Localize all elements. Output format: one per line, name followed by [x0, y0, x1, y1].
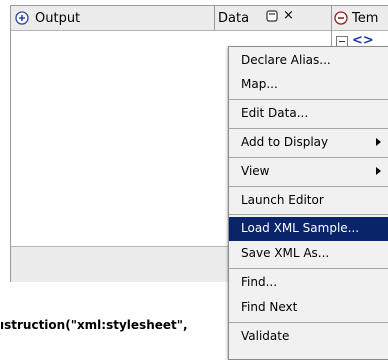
menu-item-label: Find...	[241, 275, 278, 289]
menu-item-add-to-display[interactable]: Add to Display	[229, 131, 388, 155]
output-header: Output Data ×	[11, 6, 332, 31]
menu-separator	[229, 186, 388, 187]
output-title-area[interactable]: Output	[11, 6, 214, 30]
menu-item-load-xml-sample[interactable]: Load XML Sample...	[229, 217, 388, 241]
close-icon[interactable]: ×	[283, 9, 294, 23]
menu-item-find[interactable]: Find...	[229, 271, 388, 295]
context-menu: Declare Alias... Map... Edit Data... Add…	[228, 46, 388, 360]
menu-separator	[229, 128, 388, 129]
menu-item-label: Declare Alias...	[241, 53, 331, 67]
code-snippet-text: ıstruction("xml:stylesheet",	[0, 318, 188, 332]
menu-item-launch-editor[interactable]: Launch Editor	[229, 189, 388, 213]
menu-separator	[229, 322, 388, 323]
menu-separator	[229, 157, 388, 158]
menu-item-declare-alias[interactable]: Declare Alias...	[229, 49, 388, 73]
menu-item-edit-data[interactable]: Edit Data...	[229, 102, 388, 126]
menu-separator	[229, 268, 388, 269]
menu-item-label: Map...	[241, 77, 278, 91]
menu-separator	[229, 99, 388, 100]
remove-circle-icon[interactable]	[334, 11, 348, 25]
column-divider[interactable]	[214, 6, 215, 30]
template-header[interactable]: Tem	[332, 6, 388, 31]
data-column-header[interactable]: Data	[218, 11, 249, 26]
menu-item-label: Save XML As...	[241, 246, 330, 260]
submenu-arrow-icon	[376, 167, 381, 175]
menu-item-label: Validate	[241, 329, 290, 343]
submenu-arrow-icon	[376, 138, 381, 146]
menu-item-label: Add to Display	[241, 135, 329, 149]
menu-item-save-xml-as[interactable]: Save XML As...	[229, 242, 388, 266]
menu-separator	[229, 214, 388, 215]
template-title: Tem	[352, 11, 379, 26]
menu-item-find-next[interactable]: Find Next	[229, 296, 388, 320]
menu-item-label: Find Next	[241, 300, 298, 314]
minimize-icon[interactable]	[266, 10, 278, 22]
output-title: Output	[35, 11, 81, 26]
menu-item-label: Load XML Sample...	[241, 221, 360, 235]
menu-item-validate[interactable]: Validate	[229, 325, 388, 349]
menu-item-label: View	[241, 164, 270, 178]
add-circle-icon[interactable]	[15, 11, 29, 25]
menu-item-view[interactable]: View	[229, 160, 388, 184]
menu-item-label: Launch Editor	[241, 193, 324, 207]
menu-item-map[interactable]: Map...	[229, 73, 388, 97]
menu-item-label: Edit Data...	[241, 106, 309, 120]
